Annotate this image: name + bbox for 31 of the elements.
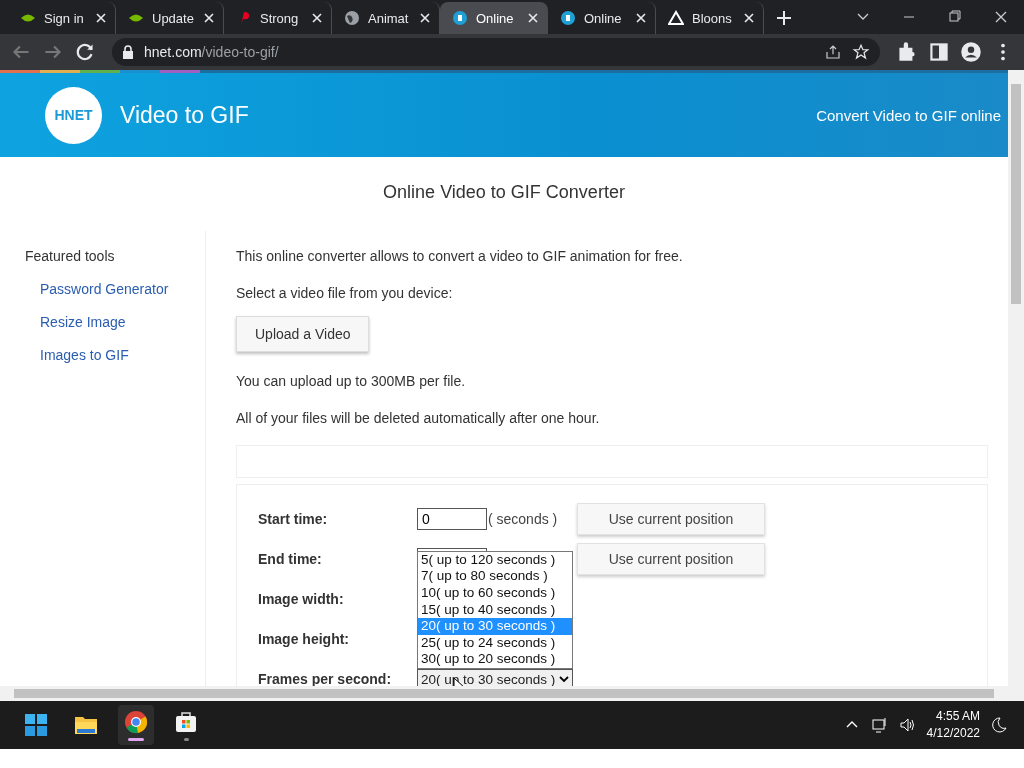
unit-text: ( seconds ): [488, 511, 558, 527]
field-label: Start time:: [258, 511, 329, 527]
upload-button[interactable]: Upload a Video: [236, 316, 370, 352]
address-bar[interactable]: hnet.com/video-to-gif/: [112, 38, 880, 66]
site-tagline: Convert Video to GIF online: [816, 106, 1001, 124]
dropdown-option[interactable]: 25( up to 24 seconds ): [418, 634, 572, 652]
time-input[interactable]: 0: [417, 508, 487, 530]
use-position-button[interactable]: Use current position: [577, 543, 765, 575]
page-title: Online Video to GIF Converter: [382, 182, 626, 203]
sidebar-link[interactable]: Images to GIF: [40, 347, 205, 363]
field-label: Image width:: [258, 591, 345, 607]
dropdown-option[interactable]: 10( up to 60 seconds ): [418, 585, 572, 602]
dropdown-option[interactable]: 5( up to 120 seconds ): [418, 551, 572, 569]
dropdown-option[interactable]: 15( up to 40 seconds ): [418, 601, 572, 619]
intro-text: Select a video file from you device:: [236, 285, 454, 301]
intro-text: This online converter allows to convert a video to GIF animation for free.: [236, 248, 684, 264]
sidebar-heading: Featured tools: [25, 248, 116, 264]
note-text: You can upload up to 300MB per file.: [236, 373, 467, 389]
note-text: All of your files will be deleted automatically after one hour.: [236, 410, 601, 426]
dropdown-option[interactable]: 30( up to 20 seconds ): [418, 651, 572, 668]
url-text: hnet.com/video-to-gif/: [144, 44, 279, 60]
browser-tab[interactable]: Online: [440, 2, 548, 34]
use-position-button[interactable]: Use current position: [577, 503, 765, 535]
sidebar-link[interactable]: Resize Image: [40, 314, 205, 330]
dropdown-option[interactable]: 7( up to 80 seconds ): [418, 568, 572, 586]
site-title: Video to GIF: [120, 101, 249, 129]
sidebar-link[interactable]: Password Generator: [40, 281, 205, 297]
field-label: Frames per second:: [258, 671, 393, 686]
field-label: End time:: [258, 551, 323, 567]
field-label: Image height:: [258, 631, 350, 647]
clock[interactable]: 4:55 AM 4/12/2022: [926, 708, 980, 742]
